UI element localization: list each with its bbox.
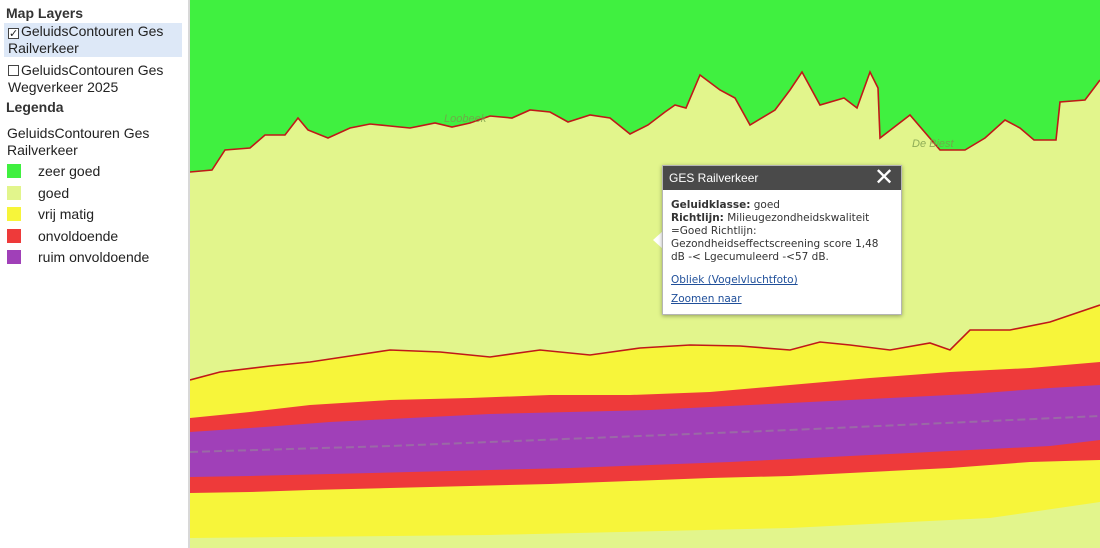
legend-label: vrij matig bbox=[38, 206, 95, 222]
place-label-de-biest: De Biest bbox=[912, 138, 954, 150]
legend-swatch bbox=[7, 164, 21, 178]
place-label-loobeek: Loobeek bbox=[444, 113, 487, 125]
popup-text-line3: Gezondheidseffectscreening score 1,48 bbox=[671, 238, 879, 250]
map-layers-panel: Map Layers ✓ GeluidsContouren Ges Railver… bbox=[0, 0, 190, 548]
close-icon[interactable]: ✕ bbox=[873, 166, 895, 190]
popup-header: GES Railverkeer ✕ bbox=[663, 166, 901, 190]
map-layers-title: Map Layers bbox=[6, 5, 84, 21]
legend-label: ruim onvoldoende bbox=[38, 249, 150, 265]
layer-item-ges-railverkeer[interactable]: ✓ GeluidsContouren Ges Railverkeer bbox=[4, 23, 182, 57]
layer-item-ges-wegverkeer-2025[interactable]: GeluidsContouren Ges Wegverkeer 2025 bbox=[4, 62, 182, 96]
richtlijn-value: Milieugezondheidskwaliteit bbox=[723, 212, 870, 224]
feature-info-popup: GES Railverkeer ✕ Geluidklasse: goed Ric… bbox=[662, 165, 902, 315]
popup-text-line4: dB -< Lgecumuleerd -<57 dB. bbox=[671, 251, 829, 263]
layer-checkbox-unchecked[interactable] bbox=[8, 65, 19, 76]
legend-label: zeer goed bbox=[38, 163, 101, 179]
noise-contour-map[interactable] bbox=[190, 0, 1100, 548]
layer-label-line1: GeluidsContouren Ges bbox=[21, 23, 164, 39]
legend-swatch bbox=[7, 250, 21, 264]
legend-swatch bbox=[7, 207, 21, 221]
layer-label-line2: Wegverkeer 2025 bbox=[8, 79, 119, 95]
legend-label: goed bbox=[38, 185, 70, 201]
legend-swatch bbox=[7, 229, 21, 243]
legend-swatch bbox=[7, 186, 21, 200]
map-canvas[interactable]: Loobeek De Biest bbox=[190, 0, 1100, 548]
layer-label-line1: GeluidsContouren Ges bbox=[21, 62, 164, 78]
legend-label: onvoldoende bbox=[38, 228, 119, 244]
layer-checkbox-checked[interactable]: ✓ bbox=[8, 28, 19, 40]
layer-label-line2: Railverkeer bbox=[8, 40, 79, 56]
popup-text-line2: =Goed Richtlijn: bbox=[671, 225, 757, 237]
popup-title: GES Railverkeer bbox=[669, 171, 759, 185]
legend-layer-line1: GeluidsContouren Ges bbox=[7, 125, 150, 141]
popup-geluidklasse: Geluidklasse: goed bbox=[671, 199, 893, 212]
obliek-link[interactable]: Obliek (Vogelvluchtfoto) bbox=[671, 274, 893, 287]
legend-layer-line2: Railverkeer bbox=[7, 142, 78, 158]
zoomen-naar-link[interactable]: Zoomen naar bbox=[671, 293, 893, 306]
legend-layer-name: GeluidsContouren Ges Railverkeer bbox=[7, 125, 182, 159]
geluidklasse-label: Geluidklasse: bbox=[671, 199, 751, 211]
legenda-title: Legenda bbox=[6, 99, 64, 115]
richtlijn-label: Richtlijn: bbox=[671, 212, 724, 224]
popup-richtlijn: Richtlijn: Milieugezondheidskwaliteit bbox=[671, 212, 893, 225]
geluidklasse-value: goed bbox=[750, 199, 780, 211]
popup-body: Geluidklasse: goed Richtlijn: Milieugezo… bbox=[663, 190, 901, 306]
